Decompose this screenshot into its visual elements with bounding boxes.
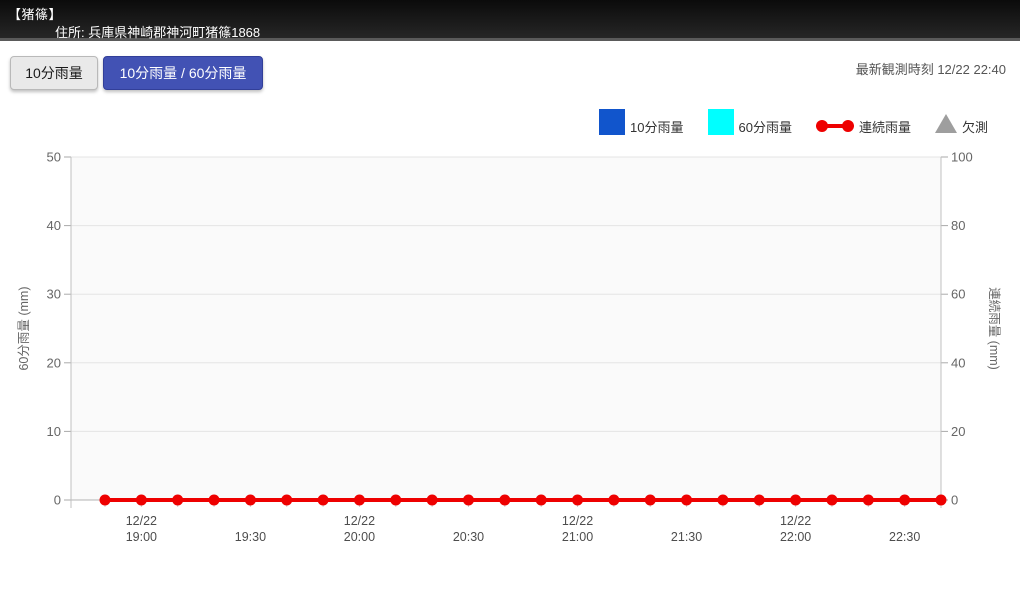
legend-item-10min[interactable]: 10分雨量 — [599, 109, 683, 135]
data-point[interactable] — [318, 495, 329, 506]
data-point[interactable] — [172, 495, 183, 506]
data-point[interactable] — [717, 495, 728, 506]
rainfall-chart: 0 0 10 20 20 40 30 60 40 80 50 100 12/22 19:00 19:30 12… — [0, 0, 1020, 600]
data-point[interactable] — [681, 495, 692, 506]
x-time-label: 19:00 — [126, 530, 157, 544]
legend-item-missing[interactable]: 欠測 — [935, 114, 988, 135]
red-line-marker-icon — [816, 119, 854, 133]
x-time-label: 22:30 — [889, 530, 920, 544]
data-point[interactable] — [790, 495, 801, 506]
y-right-tick-label: 60 — [951, 287, 965, 302]
cyan-square-icon — [708, 109, 734, 135]
y-right-tick-label: 100 — [951, 150, 973, 165]
data-point[interactable] — [499, 495, 510, 506]
y-left-tick-label: 40 — [47, 218, 61, 233]
data-point[interactable] — [100, 495, 111, 506]
latest-observation-time: 最新観測時刻 12/22 22:40 — [856, 59, 1006, 78]
tab-10min-rain-button[interactable]: 10分雨量 — [10, 56, 98, 90]
x-date-label: 12/22 — [126, 514, 157, 528]
data-point[interactable] — [354, 495, 365, 506]
tab-10-60min-rain-button[interactable]: 10分雨量 / 60分雨量 — [103, 56, 263, 90]
data-point[interactable] — [826, 495, 837, 506]
x-time-label: 21:30 — [671, 530, 702, 544]
y-right-tick-label: 0 — [951, 493, 958, 508]
data-point[interactable] — [463, 495, 474, 506]
x-date-label: 12/22 — [562, 514, 593, 528]
x-time-label: 20:00 — [344, 530, 375, 544]
data-point[interactable] — [899, 495, 910, 506]
data-point[interactable] — [936, 495, 947, 506]
rainfall-page: 0 0 10 20 20 40 30 60 40 80 50 100 12/22 19:00 19:30 12… — [0, 0, 1020, 600]
x-time-label: 21:00 — [562, 530, 593, 544]
y-right-tick-label: 20 — [951, 424, 965, 439]
x-date-label: 12/22 — [780, 514, 811, 528]
y-left-tick-label: 50 — [47, 150, 61, 165]
station-name: 【猪篠】 — [8, 4, 62, 23]
data-point[interactable] — [863, 495, 874, 506]
station-header: 【猪篠】 住所: 兵庫県神崎郡神河町猪篠1868 — [0, 0, 1020, 41]
data-point[interactable] — [390, 495, 401, 506]
y-left-tick-label: 0 — [54, 493, 61, 508]
y-left-tick-label: 20 — [47, 355, 61, 370]
x-time-label: 20:30 — [453, 530, 484, 544]
y-left-tick-label: 30 — [47, 287, 61, 302]
data-point[interactable] — [572, 495, 583, 506]
data-point[interactable] — [209, 495, 220, 506]
legend-item-continuous[interactable]: 連続雨量 — [816, 119, 911, 135]
legend-label: 連続雨量 — [854, 121, 911, 135]
x-time-label: 22:00 — [780, 530, 811, 544]
data-point[interactable] — [645, 495, 656, 506]
data-point[interactable] — [281, 495, 292, 506]
x-time-label: 19:30 — [235, 530, 266, 544]
y-left-axis-title: 60分雨量 (mm) — [17, 286, 31, 370]
x-date-label: 12/22 — [344, 514, 375, 528]
y-right-axis-title: 連続雨量 (mm) — [987, 287, 1001, 370]
y-right-tick-label: 80 — [951, 218, 965, 233]
legend-label: 60分雨量 — [734, 121, 792, 135]
data-point[interactable] — [536, 495, 547, 506]
blue-square-icon — [599, 109, 625, 135]
data-point[interactable] — [608, 495, 619, 506]
data-point[interactable] — [136, 495, 147, 506]
data-point[interactable] — [427, 495, 438, 506]
chart-legend: 10分雨量 60分雨量 連続雨量 欠測 — [599, 109, 988, 135]
y-right-tick-label: 40 — [951, 355, 965, 370]
gray-triangle-icon — [935, 114, 957, 133]
data-point[interactable] — [245, 495, 256, 506]
legend-label: 欠測 — [957, 121, 988, 135]
legend-item-60min[interactable]: 60分雨量 — [708, 109, 792, 135]
plot-area — [71, 157, 941, 500]
station-address: 住所: 兵庫県神崎郡神河町猪篠1868 — [55, 22, 260, 41]
y-left-tick-label: 10 — [47, 424, 61, 439]
data-point[interactable] — [754, 495, 765, 506]
legend-label: 10分雨量 — [625, 121, 683, 135]
